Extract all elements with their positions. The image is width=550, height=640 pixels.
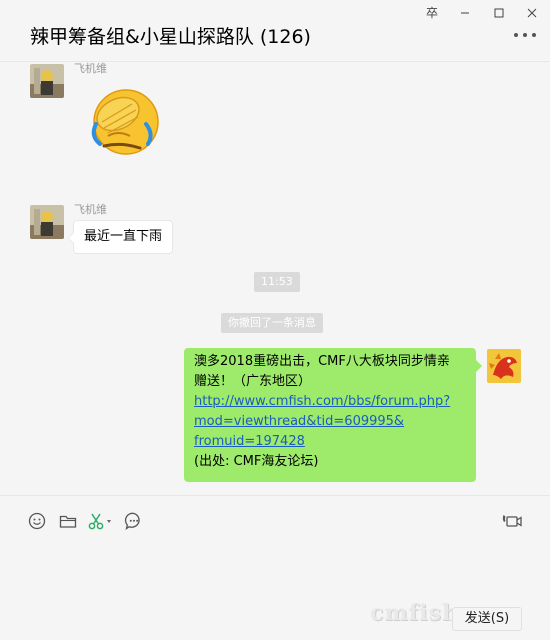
my-avatar[interactable]	[487, 349, 521, 383]
video-call-button[interactable]	[500, 510, 522, 532]
dot-icon	[523, 33, 527, 37]
minimize-icon	[461, 12, 469, 14]
user-avatar-icon	[30, 205, 64, 239]
chat-title: 辣甲筹备组&小星山探路队 (126)	[30, 26, 311, 48]
emoji-button[interactable]	[26, 510, 48, 532]
send-button[interactable]: 发送(S)	[452, 607, 522, 631]
message-text-line: 赠送！（广东地区）	[194, 374, 312, 389]
forum-link[interactable]: fromuid=197428	[194, 432, 466, 452]
screenshot-button[interactable]	[86, 510, 114, 532]
title-bar: 卒 辣甲筹备组&小星山探路队 (126)	[0, 0, 550, 62]
chat-history-button[interactable]	[123, 510, 145, 532]
dot-icon	[514, 33, 518, 37]
close-icon	[527, 8, 537, 18]
recall-notice: 你撤回了一条消息	[221, 313, 323, 333]
sender-avatar[interactable]	[30, 64, 64, 98]
dragon-avatar-icon	[487, 349, 521, 383]
more-options-button[interactable]	[514, 30, 536, 40]
message-list[interactable]: 飞机维 飞机维 最近一直下雨 11:53 你撤回了一条消息 澳多2018重磅出击…	[0, 62, 550, 495]
maximize-button[interactable]	[488, 4, 510, 22]
maximize-icon	[494, 8, 504, 18]
sender-avatar[interactable]	[30, 205, 64, 239]
minimize-button[interactable]	[454, 4, 476, 22]
outgoing-message-bubble[interactable]: 澳多2018重磅出击，CMF八大板块同步情亲 赠送！（广东地区） http://…	[184, 348, 482, 482]
facepalm-emoji-icon	[91, 89, 159, 155]
message-source: (出处: CMF海友论坛)	[194, 454, 319, 469]
message-text-line: 澳多2018重磅出击，CMF八大板块同步情亲	[194, 354, 450, 369]
sender-name: 飞机维	[74, 62, 107, 75]
watermark-logo: cmfish	[370, 600, 459, 626]
chevron-down-icon	[107, 520, 111, 523]
forum-link[interactable]: mod=viewthread&tid=609995&	[194, 412, 466, 432]
pin-button[interactable]: 卒	[421, 4, 443, 22]
message-composer[interactable]: cmfish 发送(S)	[0, 495, 550, 640]
sticker-message[interactable]	[88, 84, 160, 156]
folder-icon	[59, 515, 77, 528]
chat-history-icon	[124, 512, 140, 530]
forum-link[interactable]: http://www.cmfish.com/bbs/forum.php?	[194, 392, 466, 412]
sender-name: 飞机维	[74, 203, 107, 216]
incoming-message-bubble[interactable]: 最近一直下雨	[67, 220, 174, 254]
timestamp: 11:53	[254, 272, 300, 292]
send-file-button[interactable]	[57, 510, 79, 532]
video-call-icon	[502, 515, 522, 527]
emoji-icon	[28, 512, 46, 530]
dot-icon	[532, 33, 536, 37]
scissors-icon	[88, 513, 111, 530]
close-button[interactable]	[521, 4, 543, 22]
user-avatar-icon	[30, 64, 64, 98]
